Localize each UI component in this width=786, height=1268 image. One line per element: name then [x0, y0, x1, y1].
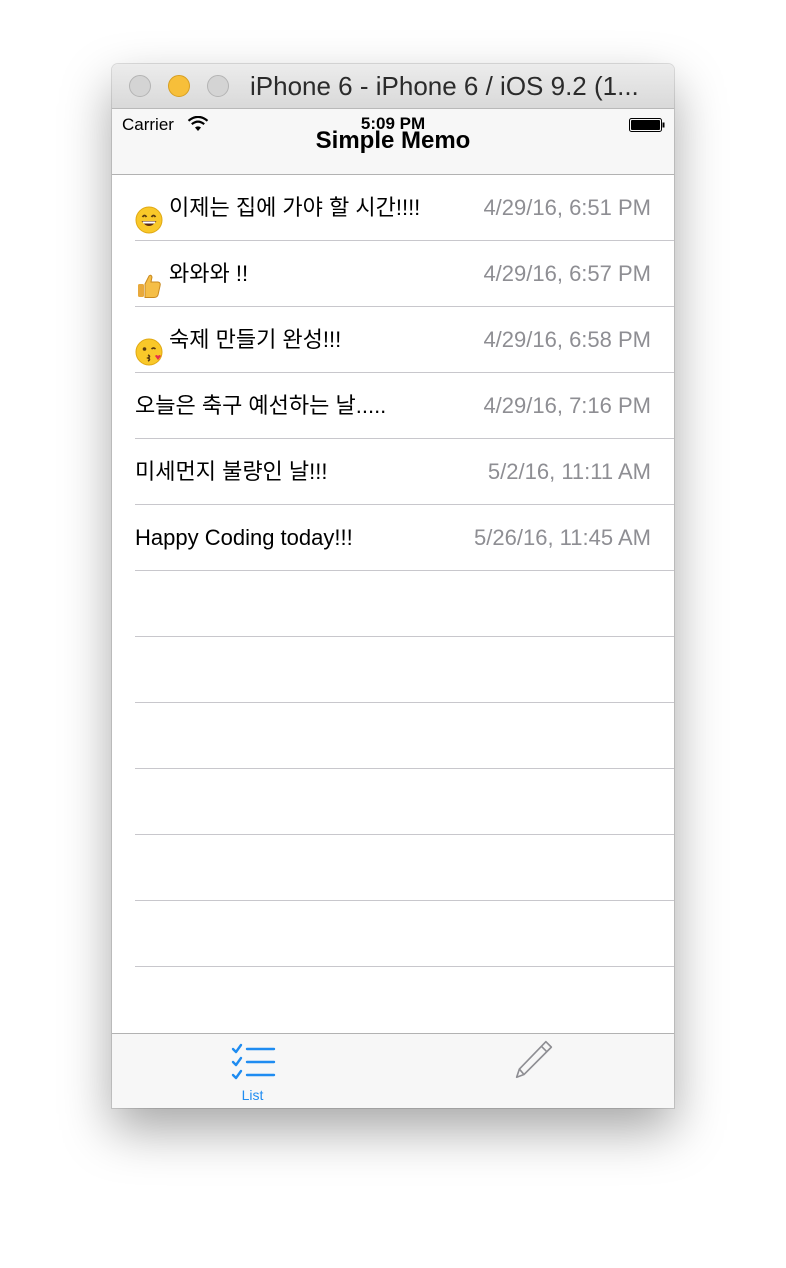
zoom-window-button[interactable]	[207, 75, 229, 97]
pencil-icon	[515, 1040, 553, 1079]
memo-row[interactable]: Happy Coding today!!! 5/26/16, 11:45 AM	[112, 505, 674, 571]
tab-list[interactable]: List	[112, 1034, 393, 1108]
memo-title: Happy Coding today!!!	[135, 525, 353, 550]
tab-bar: List	[112, 1033, 674, 1108]
memo-text: 미세먼지 불량인 날!!!	[135, 439, 327, 504]
memo-title: 와와와 !!	[169, 261, 249, 286]
memo-title: 오늘은 축구 예선하는 날.....	[135, 393, 387, 418]
memo-date: 4/29/16, 6:57 PM	[483, 261, 651, 286]
memo-title: 미세먼지 불량인 날!!!	[135, 459, 328, 484]
close-window-button[interactable]	[129, 75, 151, 97]
memo-text: 와와와 !!	[135, 241, 248, 306]
memo-text: Happy Coding today!!!	[135, 505, 353, 570]
memo-row[interactable]: 오늘은 축구 예선하는 날..... 4/29/16, 7:16 PM	[112, 373, 674, 439]
checklist-icon	[231, 1043, 276, 1080]
tab-compose[interactable]	[393, 1034, 674, 1108]
kissing-face-icon	[135, 326, 163, 365]
navigation-bar: Carrier 5:09 PM Simple Memo	[112, 109, 674, 175]
memo-date: 5/2/16, 11:11 AM	[487, 459, 651, 484]
tab-list-label: List	[241, 1087, 264, 1103]
memo-row[interactable]: 숙제 만들기 완성!!! 4/29/16, 6:58 PM	[112, 307, 674, 373]
memo-text: 이제는 집에 가야 할 시간!!!!	[135, 175, 420, 240]
empty-row	[112, 769, 674, 835]
page-title: Simple Memo	[315, 127, 471, 154]
empty-row	[112, 967, 674, 1031]
empty-row	[112, 637, 674, 703]
memo-text: 숙제 만들기 완성!!!	[135, 307, 341, 372]
window-title: iPhone 6 - iPhone 6 / iOS 9.2 (1...	[250, 71, 639, 101]
simulator-window: iPhone 6 - iPhone 6 / iOS 9.2 (1... Carr…	[112, 64, 674, 1108]
device-screen: Carrier 5:09 PM Simple Memo 이제는 집에 가야 할 …	[112, 109, 674, 1108]
grinning-face-icon	[135, 194, 163, 233]
memo-date: 4/29/16, 6:51 PM	[483, 195, 651, 220]
memo-list[interactable]: 이제는 집에 가야 할 시간!!!! 4/29/16, 6:51 PM 와와와 !!…	[112, 175, 674, 1031]
memo-title: 숙제 만들기 완성!!!	[169, 327, 342, 352]
memo-text: 오늘은 축구 예선하는 날.....	[135, 373, 386, 438]
memo-date: 4/29/16, 7:16 PM	[483, 393, 651, 418]
memo-date: 4/29/16, 6:58 PM	[483, 327, 651, 352]
empty-row	[112, 835, 674, 901]
memo-row[interactable]: 와와와 !! 4/29/16, 6:57 PM	[112, 241, 674, 307]
memo-title: 이제는 집에 가야 할 시간!!!!	[169, 195, 421, 220]
minimize-window-button[interactable]	[168, 75, 190, 97]
empty-row	[112, 571, 674, 637]
window-titlebar[interactable]: iPhone 6 - iPhone 6 / iOS 9.2 (1...	[112, 64, 674, 109]
thumbs-up-icon	[135, 260, 163, 298]
memo-row[interactable]: 미세먼지 불량인 날!!! 5/2/16, 11:11 AM	[112, 439, 674, 505]
empty-row	[112, 703, 674, 769]
memo-date: 5/26/16, 11:45 AM	[474, 525, 651, 550]
empty-row	[112, 901, 674, 967]
memo-row[interactable]: 이제는 집에 가야 할 시간!!!! 4/29/16, 6:51 PM	[112, 175, 674, 241]
